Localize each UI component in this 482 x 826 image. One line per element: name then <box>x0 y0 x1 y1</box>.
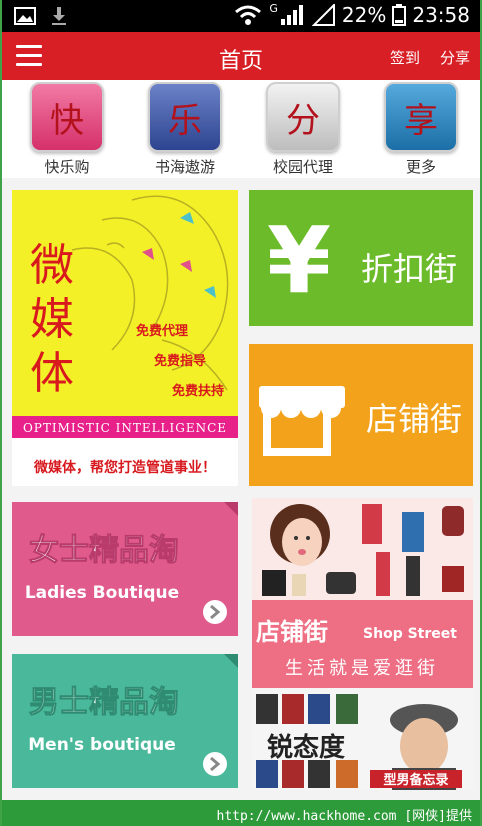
checkin-button[interactable]: 签到 <box>390 47 420 68</box>
wemedia-line-3: 免费扶持 <box>172 383 224 399</box>
wemedia-char-1: 微 <box>30 240 74 291</box>
shopstreet-title: 店铺街 <box>256 618 328 646</box>
promo-grid: OPTIMISTIC INTELLIGENCE 微 媒 体 免费代理 免费指导 … <box>2 178 480 800</box>
wemedia-art: OPTIMISTIC INTELLIGENCE 微 媒 体 免费代理 免费指导 … <box>12 190 238 476</box>
chevron-right-icon <box>203 752 227 776</box>
wemedia-banner: OPTIMISTIC INTELLIGENCE <box>23 421 227 435</box>
category-char: 快 <box>50 100 84 141</box>
yen-icon: ¥ <box>267 207 331 314</box>
discount-street-label: 折扣街 <box>361 250 457 288</box>
battery-percent: 22% <box>341 3 387 27</box>
wemedia-line-1: 免费代理 <box>136 323 188 339</box>
category-char: 分 <box>286 100 320 141</box>
source-credit: http://www.hackhome.com [网侠]提供 <box>216 809 473 824</box>
shopstreet-subtitle: Shop Street <box>363 626 457 642</box>
category-campus-agent[interactable]: 分 校园代理 <box>248 82 358 177</box>
ladies-boutique-card[interactable]: 女士精品淘 Ladies Boutique <box>12 502 238 636</box>
category-books[interactable]: 乐 书海遨游 <box>130 82 240 177</box>
shop-street-card[interactable]: 店铺街 <box>249 344 473 486</box>
chevron-right-icon <box>203 600 227 624</box>
ladies-title: 女士精品淘 <box>29 533 179 568</box>
wemedia-char-3: 体 <box>30 348 74 399</box>
wemedia-slogan: 微媒体，帮您打造管道事业！ <box>33 459 216 476</box>
wemedia-char-2: 媒 <box>30 294 74 345</box>
category-label: 校园代理 <box>272 158 333 176</box>
category-tile: 享 <box>384 82 458 152</box>
wifi-icon <box>235 5 262 25</box>
category-more[interactable]: 享 更多 <box>366 82 476 177</box>
network-type: G <box>269 1 278 15</box>
category-happy-shop[interactable]: 快 快乐购 <box>12 82 122 177</box>
mens-boutique-card[interactable]: 男士精品淘 Men's boutique <box>12 654 238 788</box>
footer-watermark: http://www.hackhome.com [网侠]提供 <box>2 800 480 826</box>
shopstreet-tagline: 生活就是爱逛街 <box>285 658 439 679</box>
category-char: 享 <box>404 100 438 141</box>
store-icon <box>259 386 345 456</box>
app-bar: 首页 签到 分享 <box>2 32 480 80</box>
category-tile: 快 <box>30 82 104 152</box>
shop-street-label: 店铺街 <box>366 400 462 438</box>
status-right: G 22% 23:58 <box>233 1 470 27</box>
category-label: 书海遨游 <box>154 158 215 176</box>
discount-street-card[interactable]: ¥ 折扣街 <box>249 190 473 326</box>
clock: 23:58 <box>412 3 470 27</box>
no-signal-icon <box>311 4 335 26</box>
category-row: 快 快乐购 乐 书海遨游 分 校园代理 享 更多 <box>2 80 480 178</box>
wemedia-card[interactable]: OPTIMISTIC INTELLIGENCE 微 媒 体 免费代理 免费指导 … <box>12 190 238 486</box>
app-screen: G 22% 23:58 首页 签到 分享 快 快乐购 乐 书海遨游 分 校园代理… <box>0 0 482 826</box>
signal-icon <box>280 5 303 25</box>
download-icon <box>52 7 66 25</box>
category-label: 快乐购 <box>44 158 90 176</box>
men-title: 男士精品淘 <box>29 685 179 720</box>
wemedia-line-2: 免费指导 <box>154 353 206 369</box>
ruitai-subtitle: 型男备忘录 <box>383 772 448 788</box>
status-bar: G 22% 23:58 <box>2 0 480 32</box>
ladies-subtitle: Ladies Boutique <box>25 583 179 603</box>
shopstreet-photo-card[interactable]: 店铺街 Shop Street 生活就是爱逛街 锐态度 型男备忘录 <box>252 498 473 790</box>
category-tile: 乐 <box>148 82 222 152</box>
category-label: 更多 <box>405 158 436 176</box>
share-button[interactable]: 分享 <box>440 47 470 68</box>
men-subtitle: Men's boutique <box>28 735 176 755</box>
battery-icon <box>392 4 407 26</box>
category-tile: 分 <box>266 82 340 152</box>
category-char: 乐 <box>168 100 202 141</box>
image-icon <box>14 7 36 25</box>
ruitai-title: 锐态度 <box>267 732 345 763</box>
status-left <box>14 6 68 26</box>
